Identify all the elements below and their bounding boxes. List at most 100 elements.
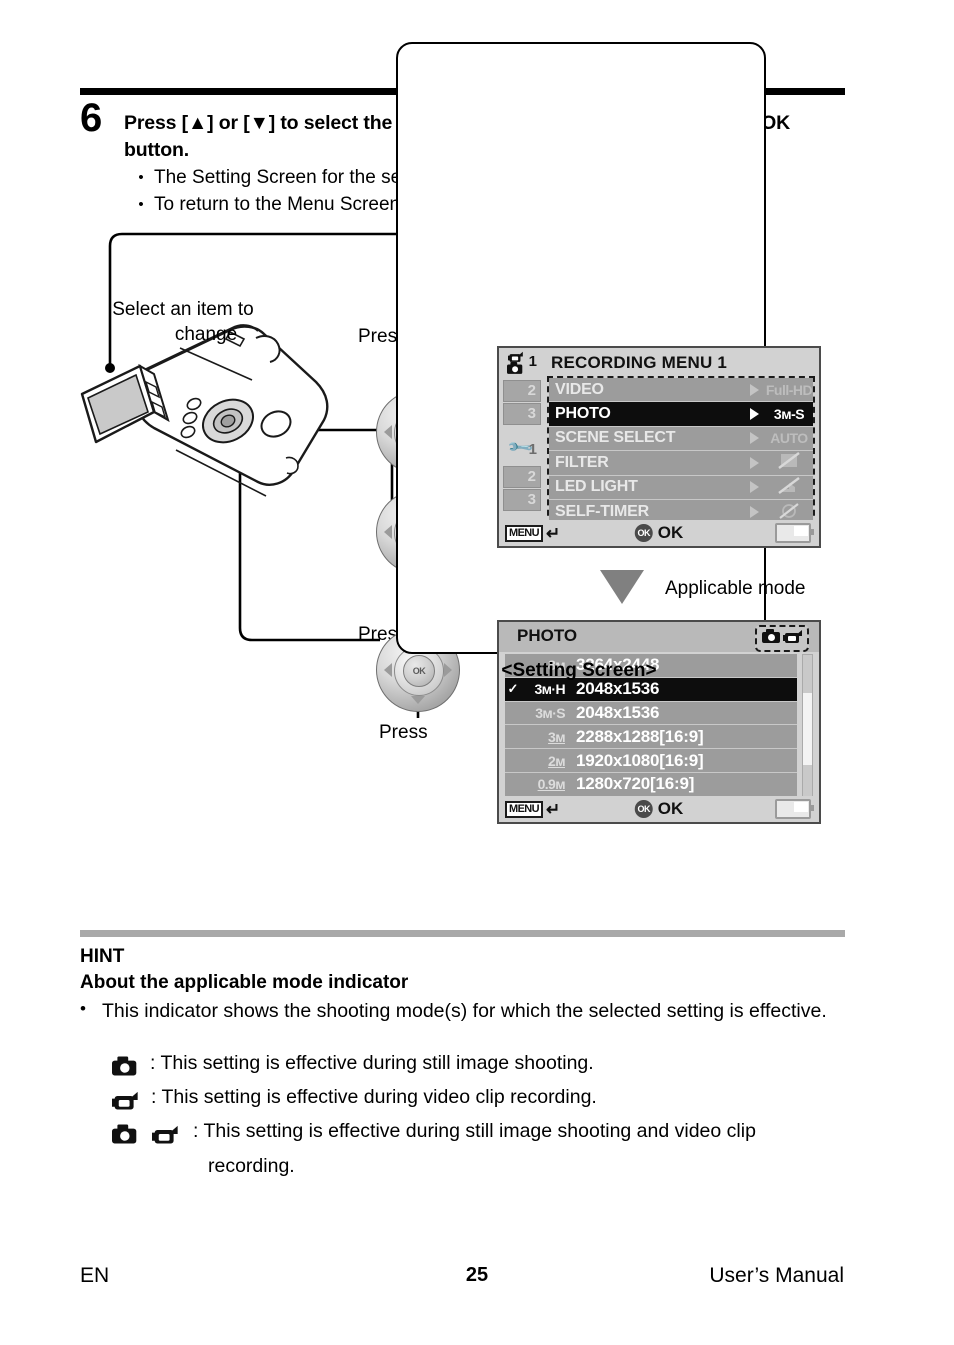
- return-arrow-icon: ↵: [546, 523, 561, 543]
- hint-rule: [80, 930, 845, 937]
- battery-icon: [775, 799, 814, 819]
- menu-row-label: VIDEO: [555, 380, 604, 398]
- menu-row-value: 3ᴍ-S: [773, 406, 805, 423]
- ok-badge-icon: OK: [634, 524, 653, 542]
- list-item: • This indicator shows the shooting mode…: [80, 998, 850, 1025]
- list-item[interactable]: 3ᴍ·S 2048x1536: [505, 701, 797, 726]
- video-camera-icon: [112, 1082, 138, 1116]
- menu-row-led-light[interactable]: LED LIGHT: [549, 475, 813, 500]
- chevron-right-icon: [750, 456, 759, 469]
- sidebar-tab-setup-1[interactable]: 1: [525, 440, 541, 462]
- resolution-badge: 0.9ᴍ: [537, 776, 566, 793]
- resolution-dimensions: 2288x1288[16:9]: [576, 726, 704, 746]
- resolution-dimensions: 1920x1080[16:9]: [576, 750, 704, 770]
- scrollbar[interactable]: [802, 654, 813, 799]
- resolution-badge: 3ᴍ·H: [534, 681, 565, 698]
- manual-page: 6 Press [▲] or [▼] to select the item yo…: [0, 0, 954, 1345]
- ok-badge-icon: OK: [634, 800, 653, 818]
- scrollbar-thumb[interactable]: [803, 693, 812, 765]
- hint-body-text: This indicator shows the shooting mode(s…: [102, 1000, 827, 1022]
- filter-off-icon: [765, 452, 813, 473]
- pointer-triangle-icon: [600, 570, 644, 604]
- setting-bottom-bar: MENU ↵ OK OK: [499, 796, 819, 822]
- resolution-badge: 3ᴍ·S: [535, 704, 565, 721]
- video-camera-icon: [783, 629, 802, 648]
- list-item[interactable]: 3ᴍ 2288x1288[16:9]: [505, 725, 797, 750]
- sidebar-tab-setup-3[interactable]: 3: [503, 489, 541, 511]
- menu-row-label: SCENE SELECT: [555, 429, 676, 447]
- sidebar-tab-rec-1[interactable]: 1: [525, 352, 541, 374]
- callout-select-item: Select an item to change: [0, 298, 366, 347]
- hint-item-text: : This setting is effective during still…: [150, 1052, 594, 1074]
- down-arrow-icon: [411, 696, 425, 704]
- menu-row-label: SELF-TIMER: [555, 503, 649, 521]
- resolution-badge: 3ᴍ: [548, 728, 566, 745]
- return-arrow-icon: ↵: [546, 799, 561, 819]
- menu-bottom-bar: MENU ↵ OK OK: [499, 520, 819, 546]
- bullet-marker-icon: •: [138, 195, 144, 213]
- list-item: : This setting is effective during still…: [112, 1116, 852, 1150]
- still-camera-icon: [507, 362, 523, 378]
- menu-row-video[interactable]: VIDEO Full-HD: [549, 378, 813, 403]
- resolution-dimensions: 2048x1536: [576, 679, 660, 699]
- resolution-dimensions: 1280x720[16:9]: [576, 774, 695, 794]
- setting-screen-caption: <Setting Screen>: [501, 660, 657, 681]
- chevron-right-icon: [750, 481, 759, 494]
- menu-row-label: FILTER: [555, 453, 609, 471]
- ok-hint-group: OK OK: [634, 799, 684, 819]
- applicable-mode-indicator: [755, 625, 809, 652]
- ok-hint-label: OK: [657, 523, 684, 542]
- chevron-right-icon: [750, 383, 759, 396]
- menu-item-list: VIDEO Full-HD PHOTO 3ᴍ-S SCENE SELECT AU…: [547, 376, 815, 527]
- menu-row-value: AUTO: [770, 430, 808, 447]
- resolution-badge: 2ᴍ: [548, 752, 566, 769]
- menu-row-filter[interactable]: FILTER: [549, 451, 813, 476]
- list-item: : This setting is effective during still…: [112, 1048, 852, 1082]
- left-arrow-icon: [384, 525, 392, 539]
- menu-row-photo[interactable]: PHOTO 3ᴍ-S: [549, 402, 813, 427]
- menu-row-label: LED LIGHT: [555, 478, 638, 496]
- menu-sidebar: 1 2 3 🔧 1 2 3: [499, 348, 545, 546]
- chevron-right-icon: [750, 408, 759, 421]
- hint-icon-list: : This setting is effective during still…: [112, 1048, 852, 1181]
- photo-setting-screen: PHOTO 8ᴍ 3264x2448 ✓ 3ᴍ·H 2048x1536 3ᴍ·S…: [497, 620, 821, 824]
- left-arrow-icon: [384, 663, 392, 677]
- ok-hint-group: OK OK: [634, 523, 684, 543]
- list-item: : This setting is effective during video…: [112, 1082, 852, 1116]
- menu-button-key[interactable]: MENU: [505, 524, 543, 542]
- callout-line-2: change: [174, 323, 238, 345]
- led-off-icon: [765, 476, 813, 498]
- sidebar-tab-rec-2[interactable]: 2: [503, 380, 541, 402]
- hint-subtitle: About the applicable mode indicator: [80, 972, 409, 993]
- callout-applicable-mode: Applicable mode: [665, 578, 806, 599]
- resolution-dimensions: 2048x1536: [576, 702, 660, 722]
- hint-title: HINT: [80, 946, 125, 967]
- chevron-right-icon: [750, 506, 759, 519]
- hint-body: • This indicator shows the shooting mode…: [80, 998, 850, 1025]
- bullet-marker-icon: •: [80, 999, 86, 1018]
- checkmark-icon: ✓: [507, 681, 519, 697]
- footer-manual-label: User’s Manual: [709, 1264, 844, 1287]
- bullet-marker-icon: •: [138, 169, 144, 186]
- list-item[interactable]: 0.9ᴍ 1280x720[16:9]: [505, 772, 797, 797]
- hint-item-text: : This setting is effective during video…: [151, 1086, 597, 1109]
- menu-row-value: Full-HD: [765, 381, 813, 398]
- still-camera-icon: [112, 1048, 137, 1082]
- menu-row-scene-select[interactable]: SCENE SELECT AUTO: [549, 426, 813, 452]
- chevron-right-icon: [750, 432, 759, 445]
- sidebar-tab-setup-2[interactable]: 2: [503, 466, 541, 488]
- menu-title: RECORDING MENU 1: [551, 353, 728, 372]
- recording-menu-screen: 1 2 3 🔧 1 2 3 RECORDING MENU 1 VIDEO Ful…: [497, 346, 821, 548]
- setting-title: PHOTO: [517, 626, 578, 645]
- menu-row-label: PHOTO: [555, 405, 611, 423]
- ok-hint-label: OK: [657, 799, 684, 818]
- press-ok-label: Press: [379, 722, 428, 743]
- sidebar-tab-rec-3[interactable]: 3: [503, 403, 541, 425]
- battery-icon: [775, 523, 814, 543]
- hint-item-text: : This setting is effective during still…: [193, 1120, 756, 1143]
- menu-button-key[interactable]: MENU: [505, 800, 543, 818]
- list-item[interactable]: 2ᴍ 1920x1080[16:9]: [505, 749, 797, 773]
- left-arrow-icon: [384, 425, 392, 439]
- still-camera-icon: [762, 629, 780, 648]
- step-number: 6: [80, 96, 103, 140]
